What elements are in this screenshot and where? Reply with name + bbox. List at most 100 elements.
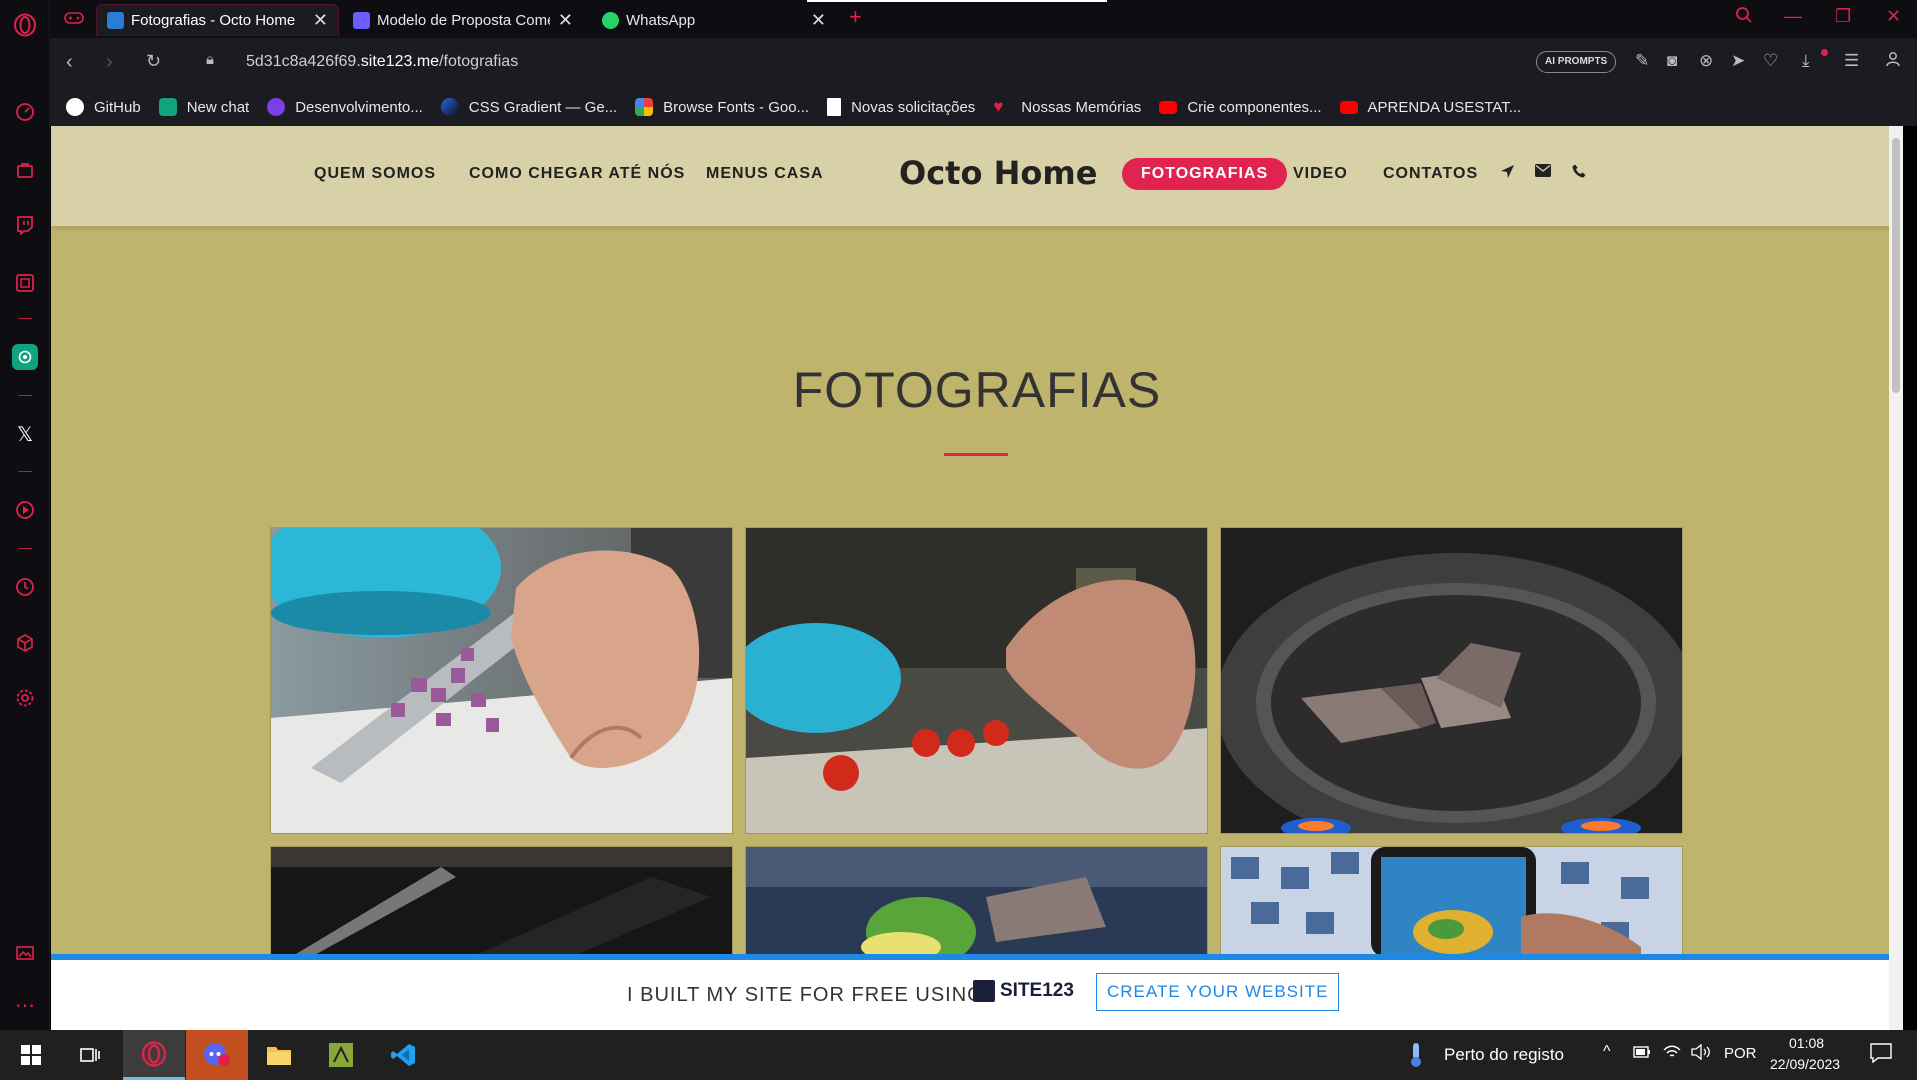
clock-date[interactable]: 22/09/2023 [1770,1056,1840,1072]
bookmarks-bar: GitHub New chat Desenvolvimento... CSS G… [50,88,1917,126]
site123-logo-text: SITE123 [1000,980,1074,1001]
envelope-icon[interactable] [1535,164,1551,182]
speed-dial-icon[interactable] [12,99,38,125]
bookmark-desenvolvimento[interactable]: Desenvolvimento... [267,98,423,116]
site123-promo-banner: I BUILT MY SITE FOR FREE USING SITE123 C… [51,954,1903,1030]
profile-icon[interactable] [1886,51,1900,72]
more-options-icon[interactable]: ⋯ [12,992,38,1018]
bookmark-aprenda-usestate[interactable]: APRENDA USESTAT... [1339,99,1521,116]
nav-menus-casa[interactable]: MENUS CASA [706,165,824,183]
site123-favicon-icon [107,12,124,29]
page-scrollbar[interactable] [1889,126,1903,1030]
ai-prompts-button[interactable]: AI PROMPTS [1536,51,1617,73]
settings-gear-icon[interactable] [12,685,38,711]
gx-control-icon[interactable] [12,270,38,296]
bookmark-crie-componentes[interactable]: Crie componentes... [1159,99,1322,116]
nav-como-chegar[interactable]: COMO CHEGAR ATÉ NÓS [469,165,685,183]
battery-icon[interactable] [1633,1044,1651,1064]
taskbar-discord[interactable] [186,1030,248,1080]
close-tab-icon[interactable]: ✕ [811,10,826,31]
show-hidden-icons-chevron-icon[interactable]: ^ [1603,1043,1611,1061]
twitch-purple-icon [267,98,286,116]
weather-text[interactable]: Perto do registo [1444,1045,1564,1065]
wallpaper-icon[interactable] [12,940,38,966]
taskbar-opera-gx[interactable] [123,1030,185,1080]
bookmark-label: GitHub [94,98,141,116]
photo-onion[interactable] [270,527,733,834]
shopping-bag-icon[interactable] [12,157,38,183]
title-underline [944,453,1008,456]
heart-icon[interactable]: ♡ [1763,51,1778,71]
weather-thermometer-icon[interactable] [1406,1042,1426,1073]
taskbar-file-explorer[interactable] [248,1030,310,1080]
tab-bar: Fotografias - Octo Home ✕ Modelo de Prop… [50,0,1917,38]
phone-icon[interactable] [1572,164,1586,183]
site-brand[interactable]: Octo Home [899,154,1097,192]
tab-modelo-proposta[interactable]: Modelo de Proposta Come ✕ [343,4,583,36]
twitch-icon[interactable] [12,212,38,238]
photo-tomatoes[interactable] [745,527,1208,834]
bookmark-github[interactable]: GitHub [66,98,141,116]
taskbar-vscode[interactable] [372,1030,434,1080]
clock-time[interactable]: 01:08 [1789,1035,1824,1051]
site123-logo-icon [973,980,995,1002]
url-prefix: 5d31c8a426f69. [246,53,361,70]
url-domain: site123.me [360,53,440,70]
photo-phone-dish[interactable] [1220,846,1683,956]
nav-contatos[interactable]: CONTATOS [1383,165,1478,183]
tab-whatsapp[interactable]: WhatsApp ✕ [592,4,836,36]
x-twitter-icon[interactable]: 𝕏 [12,421,38,447]
extensions-cube-icon[interactable] [12,630,38,656]
close-tab-icon[interactable]: ✕ [313,10,328,31]
bookmark-new-chat[interactable]: New chat [158,98,249,116]
reload-icon[interactable]: ↻ [146,51,161,72]
task-view-icon[interactable] [60,1030,122,1080]
sidebar-separator [18,395,32,396]
location-arrow-icon[interactable] [1500,164,1515,184]
ad-block-icon[interactable]: ⊗ [1699,51,1713,71]
site123-logo[interactable]: SITE123 [973,980,1074,1002]
bookmark-nossas-memorias[interactable]: ♥ Nossas Memórias [993,98,1141,116]
search-tabs-icon[interactable] [1735,6,1753,29]
download-icon[interactable]: ⤓ [1802,51,1810,71]
scrollbar-thumb[interactable] [1892,138,1900,393]
create-website-button[interactable]: CREATE YOUR WEBSITE [1096,973,1340,1011]
close-window-icon[interactable]: ✕ [1886,6,1901,27]
google-fonts-icon [635,98,654,116]
url-field[interactable]: 5d31c8a426f69.site123.me/fotografias [246,53,518,71]
bookmark-novas-solicitacoes[interactable]: Novas solicitações [827,98,975,116]
nav-fotografias[interactable]: FOTOGRAFIAS [1122,158,1288,190]
nav-video[interactable]: VIDEO [1293,165,1348,183]
forward-arrow-icon[interactable]: › [106,51,113,74]
volume-icon[interactable] [1691,1043,1711,1064]
minimize-window-icon[interactable]: — [1784,6,1802,27]
close-tab-icon[interactable]: ✕ [558,10,573,31]
bookmark-google-fonts[interactable]: Browse Fonts - Goo... [635,98,809,116]
chatgpt-icon[interactable] [12,344,38,370]
photo-knife-board[interactable] [270,846,733,956]
nav-quem-somos[interactable]: QUEM SOMOS [314,165,436,183]
photo-tuna-pan[interactable] [1220,527,1683,834]
document-favicon-icon [353,11,370,29]
send-icon[interactable]: ➤ [1731,51,1745,71]
easy-setup-icon[interactable]: ☰ [1844,51,1859,71]
history-clock-icon[interactable] [12,574,38,600]
player-icon[interactable] [12,497,38,523]
photo-plated-dish[interactable] [745,846,1208,956]
windows-start-icon[interactable] [0,1030,62,1080]
camera-icon[interactable]: ◙ [1667,51,1677,71]
input-language[interactable]: POR [1724,1045,1757,1062]
back-arrow-icon[interactable]: ‹ [66,51,73,74]
notifications-icon[interactable] [1870,1043,1892,1067]
wifi-icon[interactable] [1663,1044,1681,1064]
edit-icon[interactable]: ✎ [1635,51,1649,71]
taskbar-app-green[interactable] [310,1030,372,1080]
whatsapp-favicon-icon [602,11,619,29]
new-tab-plus-icon[interactable]: + [849,4,862,30]
restore-window-icon[interactable]: ❐ [1835,6,1851,27]
opera-logo-icon[interactable] [12,12,38,38]
gamepad-icon[interactable] [64,10,84,31]
tab-fotografias[interactable]: Fotografias - Octo Home ✕ [96,4,339,36]
tab-label: Fotografias - Octo Home [131,12,296,29]
bookmark-css-gradient[interactable]: CSS Gradient — Ge... [440,98,617,116]
